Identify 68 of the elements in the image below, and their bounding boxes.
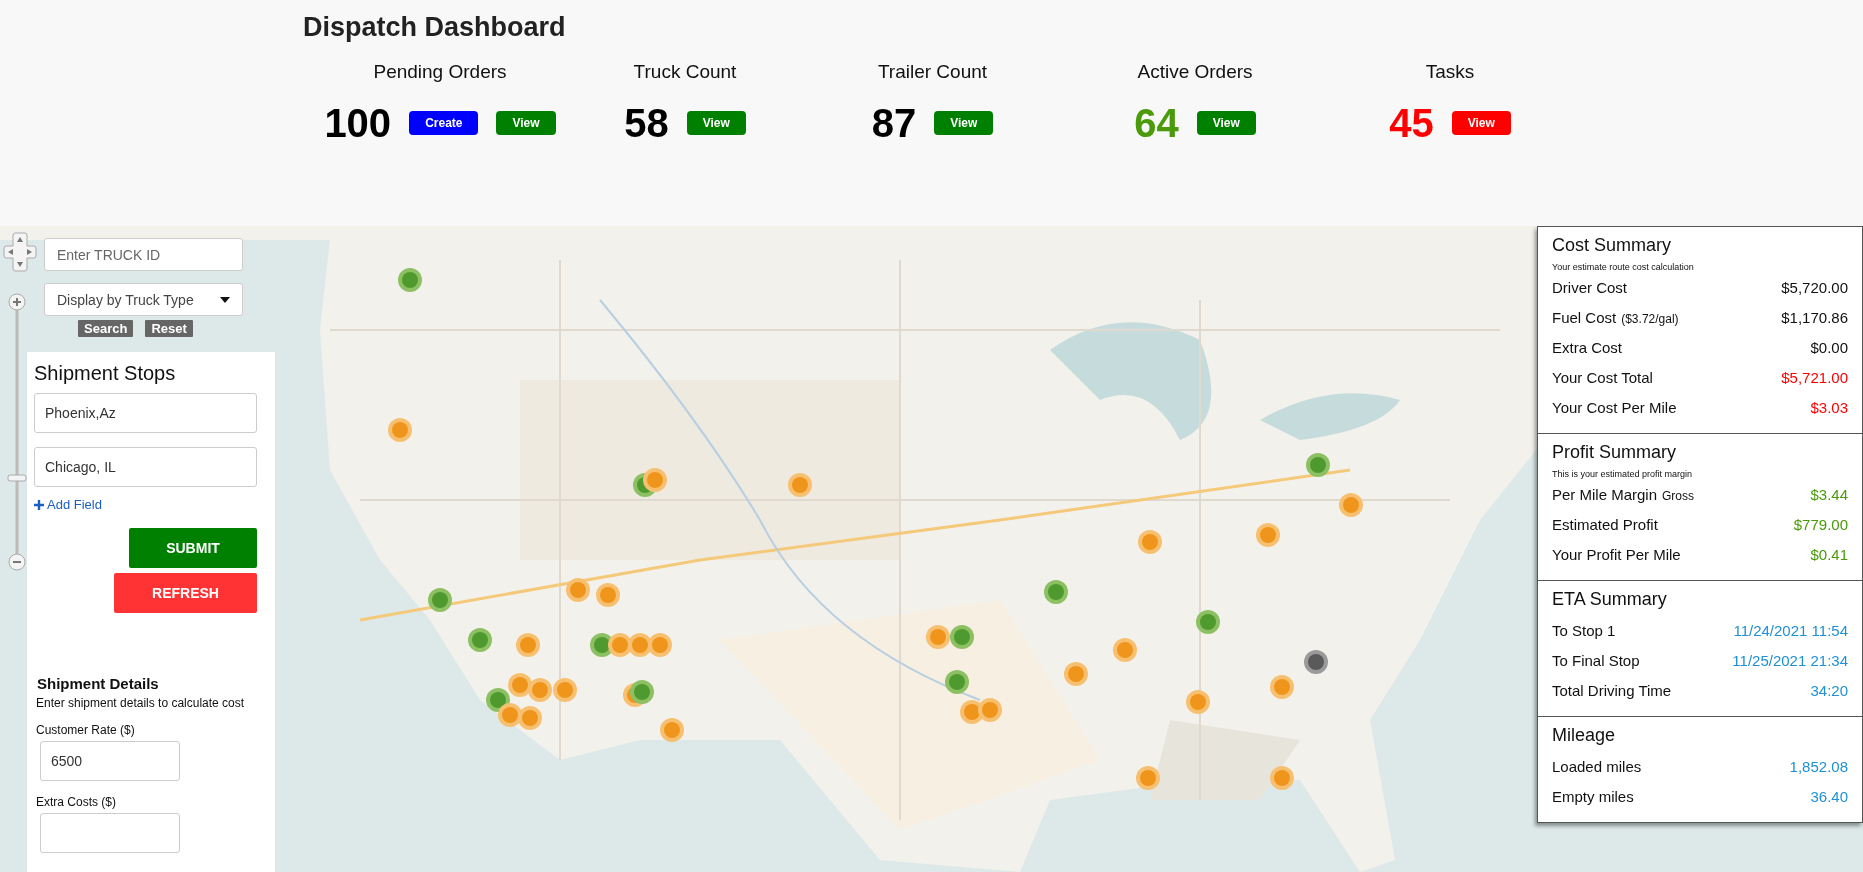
stat-button[interactable]: View	[686, 111, 746, 135]
summary-value: 36.40	[1810, 787, 1848, 807]
summary-label: Your Cost Per Mile	[1552, 398, 1677, 418]
truck-type-dropdown[interactable]: Display by Truck Type	[44, 283, 243, 316]
field-label: Customer Rate ($)	[36, 723, 136, 737]
summary-value: $0.41	[1810, 545, 1848, 565]
truck-id-field[interactable]: Enter TRUCK ID	[44, 238, 243, 271]
summary-value: $5,721.00	[1781, 368, 1848, 388]
stat-count: 64	[1134, 100, 1179, 147]
summary-value: $0.00	[1810, 338, 1848, 358]
stat-count: 87	[871, 100, 917, 147]
section-heading: Shipment Details	[37, 675, 160, 692]
summary-value: 34:20	[1810, 681, 1848, 701]
summary-subtitle: Your estimate route cost calculation	[1552, 262, 1695, 272]
summary-label: Per Mile Margin Gross	[1552, 485, 1695, 505]
refresh-button[interactable]: REFRESH	[114, 573, 257, 613]
summary-value: $5,720.00	[1781, 278, 1848, 298]
section-description: Enter shipment details to calculate cost	[36, 696, 246, 711]
summary-value: $1,170.86	[1781, 308, 1848, 328]
summary-label: Loaded miles	[1552, 757, 1642, 777]
stat-count: 45	[1389, 100, 1434, 147]
stat-button[interactable]: View	[496, 111, 556, 135]
stat-button[interactable]: Create	[409, 111, 479, 135]
zoom-slider-icon[interactable]	[7, 292, 27, 572]
plus-icon	[34, 499, 44, 510]
search-button[interactable]: Search	[78, 320, 134, 337]
stop-field[interactable]: Chicago, IL	[34, 447, 257, 487]
summary-value: $3.44	[1810, 485, 1848, 505]
stat-label: Tasks	[1425, 61, 1475, 83]
caret-icon	[220, 296, 230, 303]
amount-field[interactable]	[40, 813, 180, 853]
summary-label: Your Profit Per Mile	[1552, 545, 1681, 565]
summary-value: $779.00	[1793, 515, 1848, 535]
summary-value: 11/25/2021 21:34	[1732, 651, 1848, 671]
summary-label: Driver Cost	[1552, 278, 1627, 298]
summary-label: To Stop 1	[1552, 621, 1616, 641]
stat-label: Pending Orders	[373, 61, 507, 83]
summary-heading: ETA Summary	[1552, 589, 1668, 610]
summary-value: $3.03	[1810, 398, 1848, 418]
summary-label: Empty miles	[1552, 787, 1634, 807]
summary-label: Total Driving Time	[1552, 681, 1672, 701]
dashboard-title: Dispatch Dashboard	[303, 12, 567, 43]
stop-field[interactable]: Phoenix,Az	[34, 393, 257, 433]
field-label: Extra Costs ($)	[36, 795, 117, 809]
submit-button[interactable]: SUBMIT	[129, 528, 257, 568]
summary-label: Extra Cost	[1552, 338, 1623, 358]
stat-count: 58	[624, 100, 669, 147]
summary-value: 1,852.08	[1789, 757, 1848, 777]
stat-button[interactable]: View	[934, 111, 994, 135]
summary-label: Estimated Profit	[1552, 515, 1658, 535]
summary-label: Your Cost Total	[1552, 368, 1653, 388]
reset-button[interactable]: Reset	[145, 320, 193, 337]
stat-label: Active Orders	[1137, 61, 1253, 83]
summary-label: To Final Stop	[1552, 651, 1640, 671]
add-field-link[interactable]: Add Field	[34, 497, 102, 512]
stat-label: Truck Count	[633, 61, 737, 83]
stat-button[interactable]: View	[1196, 111, 1256, 135]
stat-button[interactable]: View	[1451, 111, 1511, 135]
amount-field[interactable]: 6500	[40, 741, 180, 781]
panel-heading: Shipment Stops	[34, 362, 177, 385]
summary-heading: Profit Summary	[1552, 442, 1678, 463]
stat-label: Trailer Count	[877, 61, 988, 83]
summary-label: Fuel Cost ($3.72/gal)	[1552, 308, 1679, 328]
stat-count: 100	[324, 100, 392, 147]
summary-subtitle: This is your estimated profit margin	[1552, 469, 1694, 479]
summary-value: 11/24/2021 11:54	[1733, 621, 1848, 641]
summary-heading: Cost Summary	[1552, 235, 1673, 256]
summary-heading: Mileage	[1552, 725, 1617, 746]
